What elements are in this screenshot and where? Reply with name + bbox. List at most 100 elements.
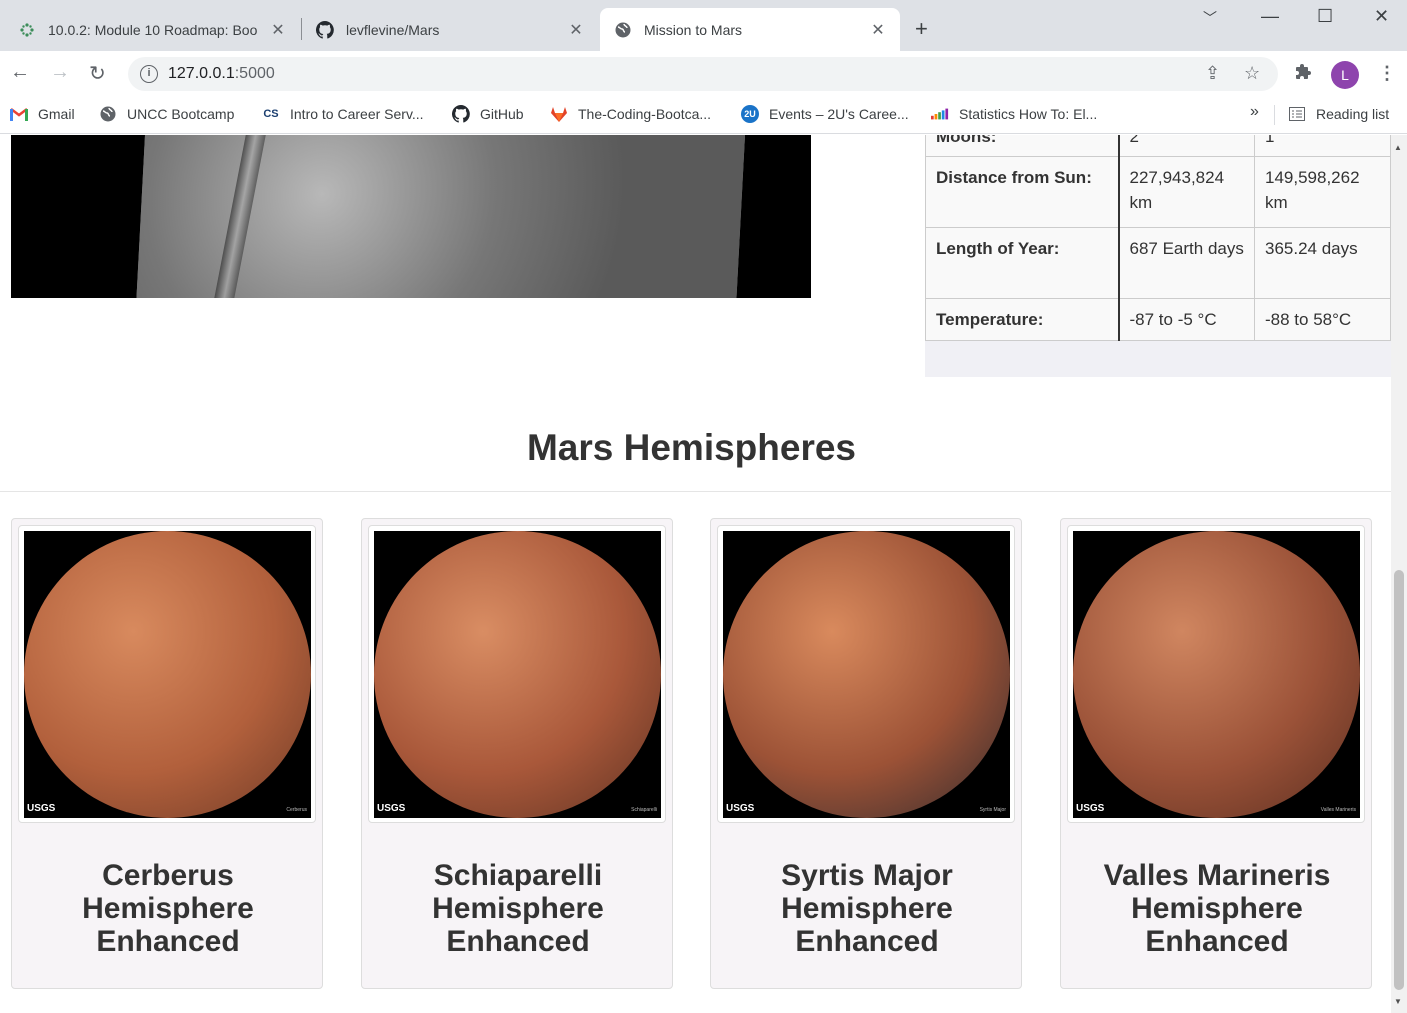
hemisphere-image: USGS Syrtis Major xyxy=(723,531,1010,818)
hemisphere-thumbnail[interactable]: USGS Cerberus xyxy=(18,525,316,823)
bookmark-uncc-bootcamp[interactable]: UNCC Bootcamp xyxy=(99,105,234,123)
back-icon[interactable]: ← xyxy=(10,61,30,84)
fact-mars-value: 227,943,824 km xyxy=(1118,156,1255,228)
new-tab-button[interactable]: + xyxy=(915,16,928,42)
title-line: Schiaparelli xyxy=(433,859,603,892)
title-line: Enhanced xyxy=(1145,925,1289,958)
bookmark-coding-bootcamp[interactable]: The-Coding-Bootca... xyxy=(550,105,711,123)
bookmark-career-services[interactable]: CS Intro to Career Serv... xyxy=(262,105,424,123)
close-icon[interactable]: ✕ xyxy=(870,20,886,40)
tab-mission-to-mars[interactable]: Mission to Mars ✕ xyxy=(600,8,900,51)
tab-github-mars[interactable]: levflevine/Mars ✕ xyxy=(302,8,598,51)
maximize-icon[interactable]: ☐ xyxy=(1317,6,1333,27)
address-bar[interactable]: i 127.0.0.1:5000 xyxy=(128,57,1278,91)
page-scrollbar[interactable]: ▲ ▼ xyxy=(1391,135,1407,1013)
image-tag: Syrtis Major xyxy=(979,807,1006,813)
title-line: Valles Marineris xyxy=(1103,859,1331,892)
mars-surface-terrain xyxy=(136,135,746,298)
hemisphere-title[interactable]: Syrtis Major Hemisphere Enhanced xyxy=(711,859,1023,958)
bookmark-github[interactable]: GitHub xyxy=(452,105,524,123)
tab-module-roadmap[interactable]: 10.0.2: Module 10 Roadmap: Boo ✕ xyxy=(4,8,300,51)
title-line: Hemisphere xyxy=(432,892,604,925)
usgs-logo: USGS xyxy=(1076,803,1105,814)
profile-avatar[interactable]: L xyxy=(1331,61,1359,89)
url-text: 127.0.0.1:5000 xyxy=(168,65,275,82)
fact-earth-value: 1 xyxy=(1254,135,1391,157)
gmail-icon xyxy=(10,105,28,123)
table-row: Moons: 2 1 xyxy=(925,135,1391,157)
bookmark-label: Gmail xyxy=(38,106,75,122)
bookmark-gmail[interactable]: Gmail xyxy=(10,105,75,123)
forward-icon[interactable]: → xyxy=(50,61,70,84)
fact-label: Distance from Sun: xyxy=(925,156,1120,228)
share-icon[interactable]: ⇪ xyxy=(1205,63,1220,84)
chart-icon xyxy=(931,105,949,123)
reload-icon[interactable]: ↻ xyxy=(89,61,106,86)
hemisphere-thumbnail[interactable]: USGS Schiaparelli xyxy=(368,525,666,823)
bookmark-2u-events[interactable]: 2U Events – 2U's Caree... xyxy=(741,105,909,123)
tab-title: 10.0.2: Module 10 Roadmap: Boo xyxy=(48,21,258,38)
section-divider xyxy=(0,491,1391,492)
window-close-icon[interactable]: ✕ xyxy=(1374,6,1389,27)
globe-icon xyxy=(99,105,117,123)
bookmark-statistics-how-to[interactable]: Statistics How To: El... xyxy=(931,105,1097,123)
globe-icon xyxy=(614,21,632,39)
scrollbar-thumb[interactable] xyxy=(1394,570,1404,990)
page-viewport: Moons: 2 1 Distance from Sun: 227,943,82… xyxy=(0,135,1391,1013)
site-info-icon[interactable]: i xyxy=(140,65,158,83)
bookmark-star-icon[interactable]: ☆ xyxy=(1244,63,1260,84)
bookmark-label: GitHub xyxy=(480,106,524,122)
planet-globe xyxy=(24,531,311,818)
bookmarks-divider xyxy=(1274,105,1275,125)
hemisphere-thumbnail[interactable]: USGS Valles Marineris xyxy=(1067,525,1365,823)
usgs-logo: USGS xyxy=(27,803,56,814)
cs-icon: CS xyxy=(263,108,279,120)
featured-mars-image xyxy=(11,135,811,298)
bookmarks-overflow-button[interactable]: » xyxy=(1250,103,1259,121)
hemispheres-heading: Mars Hemispheres xyxy=(526,427,857,468)
browser-toolbar: ← → ↻ i 127.0.0.1:5000 ⇪ ☆ L ⋮ xyxy=(0,51,1407,97)
tab-search-icon[interactable]: ﹀ xyxy=(1203,8,1217,28)
hemisphere-title[interactable]: Cerberus Hemisphere Enhanced xyxy=(12,859,324,958)
bookmark-label: Events – 2U's Caree... xyxy=(769,106,909,122)
image-tag: Cerberus xyxy=(286,807,307,813)
hemisphere-card-valles-marineris[interactable]: USGS Valles Marineris Valles Marineris H… xyxy=(1060,518,1372,989)
title-line: Hemisphere xyxy=(82,892,254,925)
hemisphere-card-syrtis-major[interactable]: USGS Syrtis Major Syrtis Major Hemispher… xyxy=(710,518,1022,989)
scroll-down-icon[interactable]: ▼ xyxy=(1394,997,1402,1006)
bookmark-label: UNCC Bootcamp xyxy=(127,106,235,122)
reading-list-label: Reading list xyxy=(1316,106,1390,122)
scroll-up-icon[interactable]: ▲ xyxy=(1394,143,1402,152)
usgs-logo: USGS xyxy=(377,803,406,814)
hemisphere-thumbnail[interactable]: USGS Syrtis Major xyxy=(717,525,1015,823)
close-icon[interactable]: ✕ xyxy=(270,20,286,40)
mars-facts-table: Moons: 2 1 Distance from Sun: 227,943,82… xyxy=(925,135,1391,341)
usgs-logo: USGS xyxy=(726,803,755,814)
table-row: Length of Year: 687 Earth days 365.24 da… xyxy=(925,227,1391,299)
reading-list-button[interactable]: Reading list xyxy=(1288,105,1389,123)
2u-icon: 2U xyxy=(741,105,759,123)
menu-kebab-icon[interactable]: ⋮ xyxy=(1378,63,1396,84)
hemisphere-title[interactable]: Schiaparelli Hemisphere Enhanced xyxy=(362,859,674,958)
hemisphere-image: USGS Schiaparelli xyxy=(374,531,661,818)
bookmark-label: Statistics How To: El... xyxy=(959,106,1098,122)
tab-title: levflevine/Mars xyxy=(346,21,440,38)
hemisphere-card-schiaparelli[interactable]: USGS Schiaparelli Schiaparelli Hemispher… xyxy=(361,518,673,989)
extensions-icon[interactable] xyxy=(1294,63,1312,86)
github-icon xyxy=(452,105,470,123)
title-line: Syrtis Major xyxy=(781,859,953,892)
fact-earth-value: 365.24 days xyxy=(1254,227,1391,299)
bookmark-label: Intro to Career Serv... xyxy=(290,106,424,122)
fact-mars-value: 2 xyxy=(1118,135,1255,157)
hemisphere-card-cerberus[interactable]: USGS Cerberus Cerberus Hemisphere Enhanc… xyxy=(11,518,323,989)
minimize-icon[interactable]: — xyxy=(1261,6,1279,27)
title-line: Enhanced xyxy=(96,925,240,958)
hemisphere-title[interactable]: Valles Marineris Hemisphere Enhanced xyxy=(1061,859,1373,958)
tab-title: Mission to Mars xyxy=(644,21,743,38)
fact-earth-value: -88 to 58°C xyxy=(1254,298,1391,341)
table-row: Distance from Sun: 227,943,824 km 149,59… xyxy=(925,156,1391,228)
close-icon[interactable]: ✕ xyxy=(568,20,584,40)
title-line: Cerberus xyxy=(102,859,234,892)
fact-mars-value: 687 Earth days xyxy=(1118,227,1255,299)
fact-label: Moons: xyxy=(925,135,1120,157)
